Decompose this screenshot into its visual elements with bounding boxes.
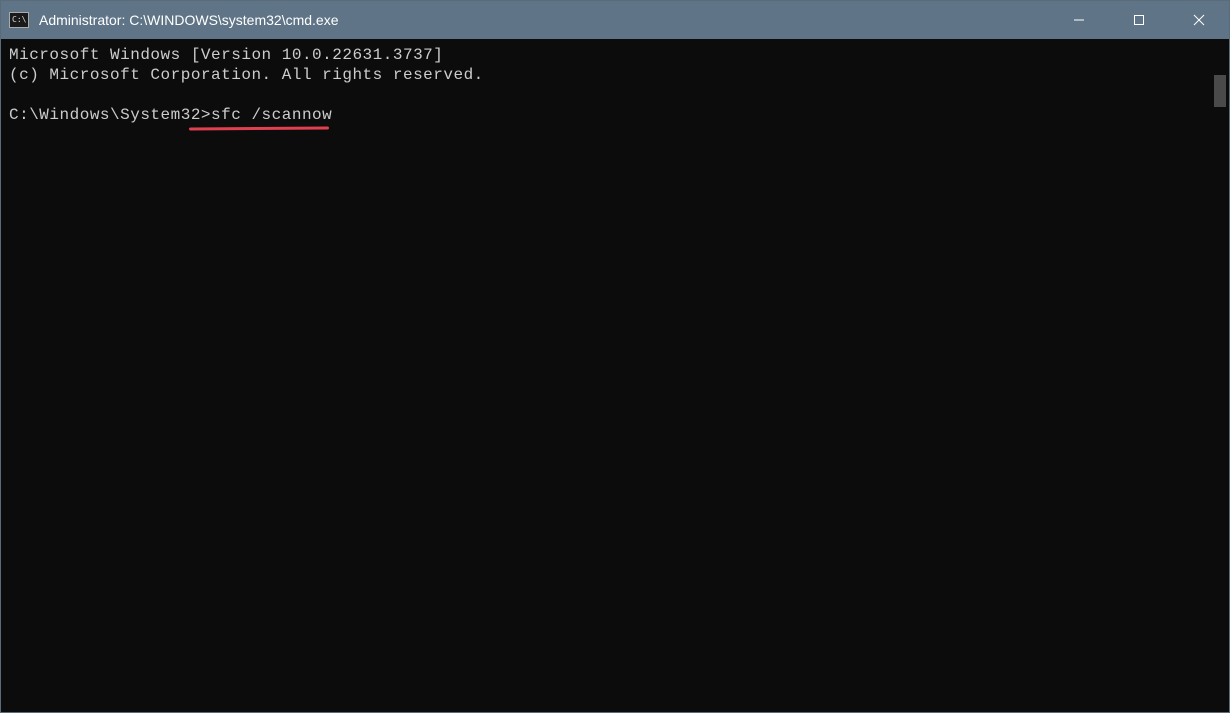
terminal-area: Microsoft Windows [Version 10.0.22631.37…: [1, 39, 1229, 712]
vertical-scrollbar[interactable]: [1211, 39, 1229, 712]
maximize-button[interactable]: [1109, 1, 1169, 39]
minimize-icon: [1073, 14, 1085, 26]
window-title: Administrator: C:\WINDOWS\system32\cmd.e…: [39, 12, 339, 28]
maximize-icon: [1133, 14, 1145, 26]
cmd-window: C:\ Administrator: C:\WINDOWS\system32\c…: [0, 0, 1230, 713]
close-icon: [1193, 14, 1205, 26]
scrollbar-thumb[interactable]: [1214, 75, 1226, 107]
terminal-output[interactable]: Microsoft Windows [Version 10.0.22631.37…: [1, 39, 1211, 712]
cmd-icon: C:\: [9, 12, 29, 28]
titlebar[interactable]: C:\ Administrator: C:\WINDOWS\system32\c…: [1, 1, 1229, 39]
window-controls: [1049, 1, 1229, 39]
version-line: Microsoft Windows [Version 10.0.22631.37…: [9, 46, 443, 64]
command-underline-annotation: [189, 127, 329, 131]
minimize-button[interactable]: [1049, 1, 1109, 39]
close-button[interactable]: [1169, 1, 1229, 39]
prompt-path: C:\Windows\System32>: [9, 106, 211, 124]
copyright-line: (c) Microsoft Corporation. All rights re…: [9, 66, 484, 84]
typed-command: sfc /scannow: [211, 106, 332, 124]
